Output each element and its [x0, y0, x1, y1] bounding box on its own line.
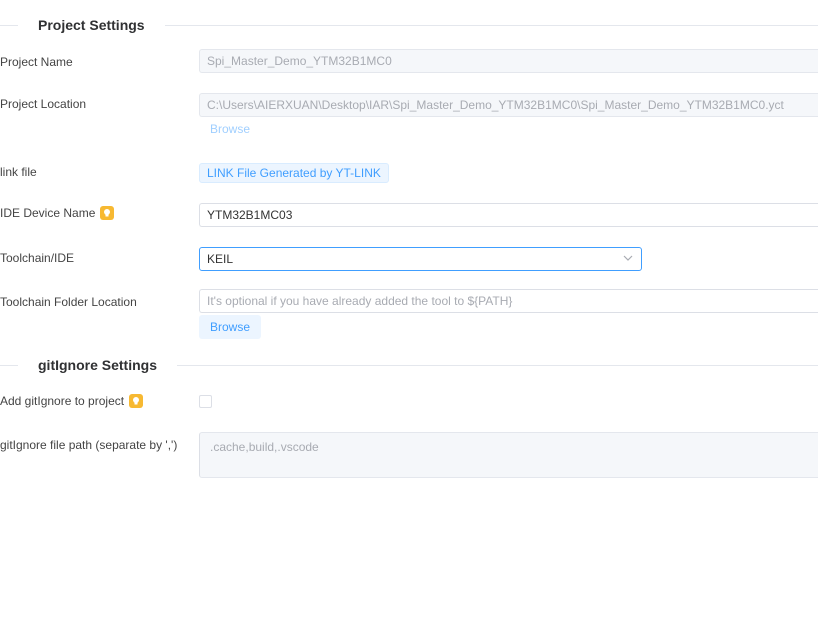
project-location-value: C:\Users\AIERXUAN\Desktop\IAR\Spi_Master…	[207, 98, 784, 112]
chevron-down-icon[interactable]	[622, 252, 634, 267]
project-name-label-text: Project Name	[0, 55, 73, 69]
ide-device-name-input[interactable]: YTM32B1MC03	[199, 203, 818, 227]
gitignore-path-textarea[interactable]: .cache,build,.vscode	[199, 432, 818, 478]
project-name-value: Spi_Master_Demo_YTM32B1MC0	[207, 54, 392, 68]
divider	[164, 24, 818, 26]
section-title: gitIgnore Settings	[38, 357, 157, 373]
gitignore-path-label-text: gitIgnore file path (separate by ',')	[0, 438, 178, 452]
link-file-tag: LINK File Generated by YT-LINK	[199, 163, 389, 183]
project-name-label: Project Name	[0, 55, 73, 69]
section-title: Project Settings	[38, 17, 145, 33]
project-location-label-text: Project Location	[0, 97, 87, 111]
ide-device-name-label: IDE Device Name	[0, 206, 115, 220]
ide-device-name-label-text: IDE Device Name	[0, 206, 96, 220]
toolchain-folder-browse-button[interactable]: Browse	[199, 315, 261, 339]
lightbulb-icon[interactable]	[100, 206, 115, 220]
project-name-input[interactable]: Spi_Master_Demo_YTM32B1MC0	[199, 49, 818, 73]
toolchain-label: Toolchain/IDE	[0, 251, 74, 265]
divider	[0, 364, 18, 366]
divider	[0, 24, 18, 26]
link-file-label-text: link file	[0, 165, 37, 179]
gitignore-path-label: gitIgnore file path (separate by ',')	[0, 438, 177, 452]
toolchain-folder-label-text: Toolchain Folder Location	[0, 295, 137, 309]
divider	[177, 364, 818, 366]
ide-device-name-value: YTM32B1MC03	[207, 208, 293, 222]
toolchain-folder-label: Toolchain Folder Location	[0, 295, 137, 309]
add-gitignore-checkbox[interactable]	[199, 395, 212, 408]
toolchain-select[interactable]: KEIL	[199, 247, 642, 271]
project-settings-header: Project Settings	[0, 15, 818, 35]
project-location-browse-button[interactable]: Browse	[210, 122, 250, 136]
link-file-label: link file	[0, 165, 37, 179]
toolchain-folder-placeholder: It's optional if you have already added …	[207, 294, 513, 308]
gitignore-settings-header: gitIgnore Settings	[0, 355, 818, 375]
add-gitignore-label: Add gitIgnore to project	[0, 394, 144, 408]
gitignore-path-value: .cache,build,.vscode	[210, 440, 319, 454]
add-gitignore-label-text: Add gitIgnore to project	[0, 394, 125, 408]
toolchain-label-text: Toolchain/IDE	[0, 251, 75, 265]
lightbulb-icon[interactable]	[129, 394, 144, 408]
toolchain-folder-input[interactable]: It's optional if you have already added …	[199, 289, 818, 313]
project-location-input[interactable]: C:\Users\AIERXUAN\Desktop\IAR\Spi_Master…	[199, 93, 818, 117]
toolchain-selected-value: KEIL	[207, 252, 234, 266]
project-location-label: Project Location	[0, 97, 86, 111]
